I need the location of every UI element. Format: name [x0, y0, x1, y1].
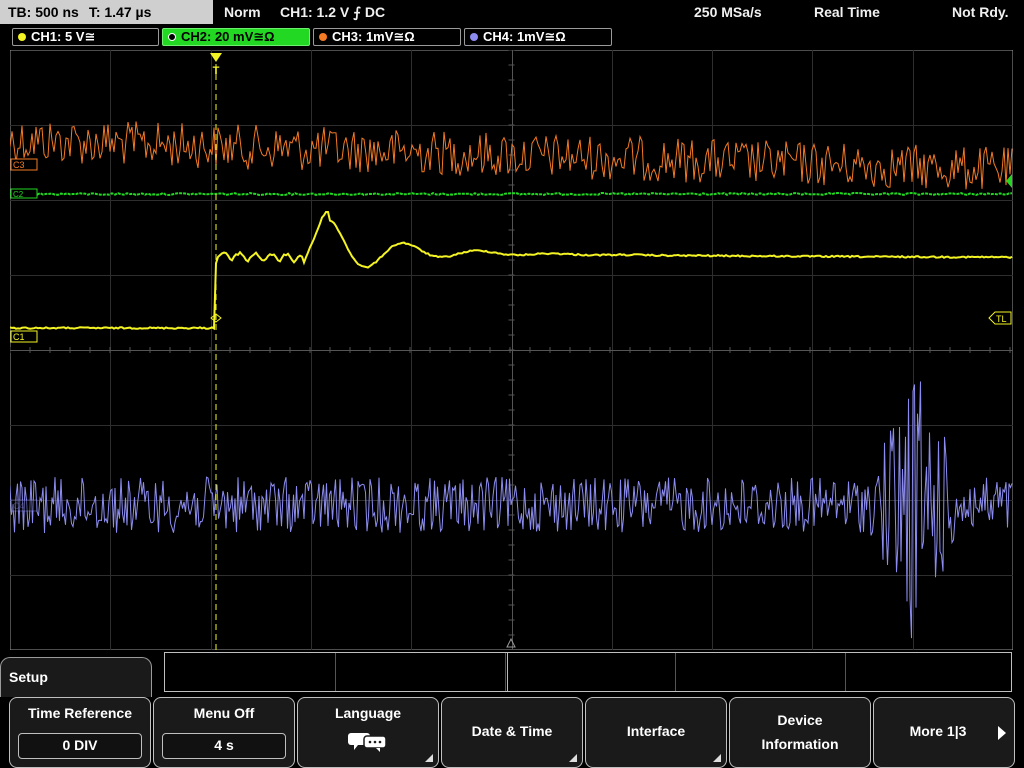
ch4-label: CH4: 1mV≅Ω [483, 29, 566, 44]
interface-button[interactable]: Interface [585, 697, 727, 768]
submenu-indicator-icon [713, 754, 721, 762]
time-reference-label: Time Reference [27, 705, 132, 721]
ch4-color-dot-icon [470, 33, 478, 41]
ch1-marker-label: C1 [13, 332, 25, 342]
ch1-color-dot-icon [18, 33, 26, 41]
time-reference-value[interactable]: 0 DIV [18, 733, 142, 759]
device-information-button[interactable]: Device Information [729, 697, 871, 768]
ch3-offset-marker[interactable]: C3 [10, 158, 38, 171]
trigger-mode[interactable]: Norm [224, 0, 261, 24]
ch3-color-dot-icon [319, 33, 327, 41]
date-time-button[interactable]: Date & Time [441, 697, 583, 768]
language-label: Language [334, 705, 402, 721]
trigger-level-label: TL [996, 314, 1007, 324]
timebase-value: TB: 500 ns [8, 4, 79, 20]
channel-tab-ch3[interactable]: CH3: 1mV≅Ω [313, 28, 461, 46]
menu-off-label: Menu Off [193, 705, 255, 721]
channel-tab-ch4[interactable]: CH4: 1mV≅Ω [464, 28, 612, 46]
submenu-indicator-icon [569, 754, 577, 762]
device-information-label: Device Information [761, 712, 839, 752]
channel-tab-ch1[interactable]: CH1: 5 V≅ [12, 28, 159, 46]
status-bar: TB: 500 ns T: 1.47 µs Norm CH1: 1.2 V ⨍ D… [0, 0, 1024, 24]
ch4-offset-marker[interactable]: C4 [10, 499, 38, 512]
ch2-color-dot-icon [168, 33, 176, 41]
trigger-time-value: T: 1.47 µs [88, 4, 152, 20]
next-page-arrow-icon [998, 726, 1006, 740]
menu-off-button[interactable]: Menu Off 4 s [153, 697, 295, 768]
ch2-marker-label: C2 [13, 190, 24, 199]
trigger-status: Not Rdy. [952, 4, 1009, 20]
speech-bubbles-icon [348, 733, 387, 752]
ch1-label: CH1: 5 V≅ [31, 29, 96, 44]
more-label: More 1|3 [909, 723, 967, 739]
language-button[interactable]: Language [297, 697, 439, 768]
ch2-label: CH2: 20 mV≅Ω [181, 29, 275, 44]
waveform-display[interactable]: T C3 C2 C1 C4 TL [10, 50, 1013, 650]
channel-tab-ch2[interactable]: CH2: 20 mV≅Ω [162, 28, 310, 46]
record-overview-bar[interactable] [164, 652, 1012, 692]
submenu-indicator-icon [425, 754, 433, 762]
sample-rate: 250 MSa/s [694, 4, 762, 20]
acquisition-mode: Real Time [814, 4, 880, 20]
ch3-label: CH3: 1mV≅Ω [332, 29, 415, 44]
timebase-box[interactable]: TB: 500 ns T: 1.47 µs [0, 0, 213, 24]
interface-label: Interface [626, 723, 686, 739]
ch3-marker-label: C3 [13, 160, 25, 170]
trigger-settings[interactable]: CH1: 1.2 V ⨍ DC [280, 0, 385, 24]
menu-off-value[interactable]: 4 s [162, 733, 286, 759]
time-reference-button[interactable]: Time Reference 0 DIV [9, 697, 151, 768]
date-time-label: Date & Time [471, 723, 553, 739]
more-button[interactable]: More 1|3 [873, 697, 1015, 768]
trigger-marker-label: T [213, 65, 220, 77]
menu-title-tab: Setup [0, 657, 152, 697]
ch2-offset-marker[interactable]: C2 [10, 188, 38, 199]
ch1-offset-marker[interactable]: C1 [10, 330, 38, 343]
record-position-line [507, 653, 508, 691]
ch4-marker-label: C4 [13, 501, 25, 511]
